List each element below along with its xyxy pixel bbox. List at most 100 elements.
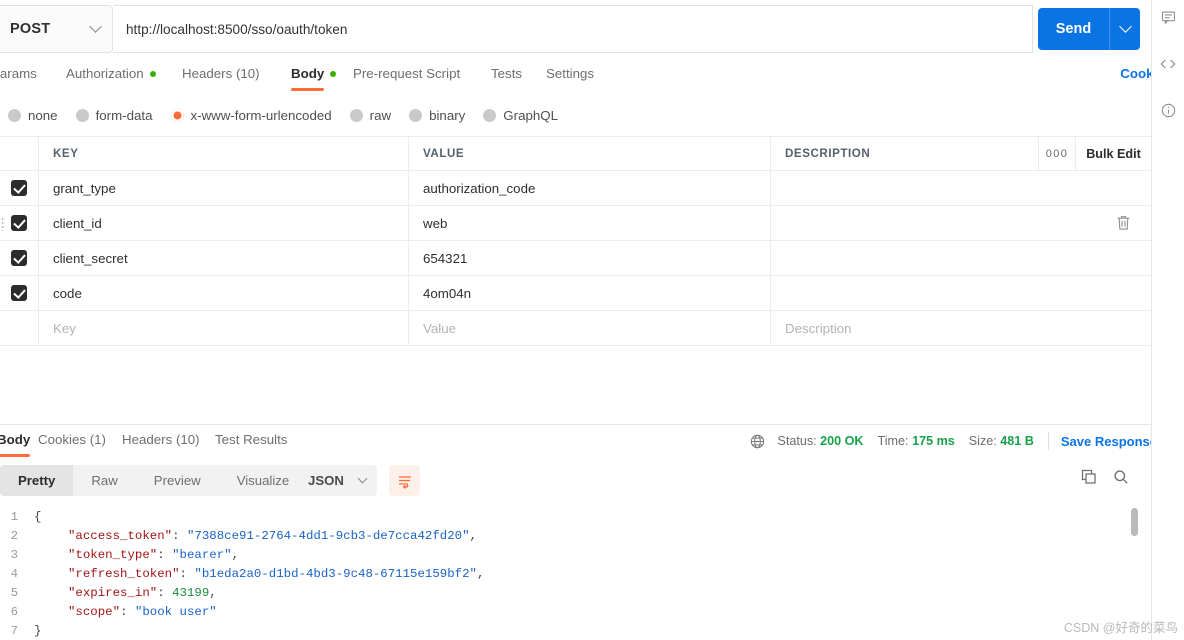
code-line: 1{ bbox=[0, 508, 1151, 527]
view-mode-raw[interactable]: Raw bbox=[73, 465, 135, 496]
row-enabled-checkbox[interactable] bbox=[0, 206, 38, 240]
request-tab-settings[interactable]: Settings bbox=[546, 66, 594, 81]
view-mode-visualize[interactable]: Visualize bbox=[219, 465, 308, 496]
row-enabled-checkbox[interactable] bbox=[0, 241, 38, 275]
table-options-button[interactable]: 000 bbox=[1038, 137, 1075, 170]
code-token-punc: : bbox=[120, 605, 135, 619]
response-body-actions bbox=[1081, 469, 1129, 490]
row-value-input[interactable]: web bbox=[408, 206, 770, 240]
table-row[interactable]: grant_typeauthorization_code bbox=[0, 171, 1151, 206]
code-token-str: "book user" bbox=[135, 605, 217, 619]
request-url-input[interactable]: http://localhost:8500/sso/oauth/token bbox=[113, 5, 1033, 53]
bulk-edit-button[interactable]: Bulk Edit bbox=[1075, 137, 1151, 170]
right-rail bbox=[1152, 0, 1184, 640]
request-tab-tests[interactable]: Tests bbox=[491, 66, 522, 81]
request-tab-label: Tests bbox=[491, 66, 522, 81]
code-token-punc: : bbox=[157, 548, 172, 562]
table-header-row: KEYVALUEDESCRIPTION000Bulk Edit bbox=[0, 136, 1151, 171]
request-tab-pre-request-script[interactable]: Pre-request Script bbox=[353, 66, 460, 81]
info-icon[interactable] bbox=[1161, 103, 1176, 123]
chevron-down-icon bbox=[89, 20, 102, 33]
search-icon[interactable] bbox=[1113, 469, 1129, 490]
comment-icon[interactable] bbox=[1161, 10, 1176, 30]
code-token-str: "7388ce91-2764-4dd1-9cb3-de7cca42fd20" bbox=[187, 529, 470, 543]
select-all-cell[interactable] bbox=[0, 137, 38, 170]
response-format-label: JSON bbox=[308, 473, 344, 488]
code-line-content: } bbox=[34, 622, 41, 640]
row-key-input[interactable]: grant_type bbox=[38, 171, 408, 205]
table-row[interactable]: client_secret 654321 bbox=[0, 241, 1151, 276]
http-method-dropdown[interactable]: POST bbox=[0, 5, 113, 53]
request-tab-params[interactable]: Params bbox=[0, 66, 37, 81]
postman-window: POST http://localhost:8500/sso/oauth/tok… bbox=[0, 0, 1184, 640]
new-row-value-input[interactable]: Value bbox=[408, 311, 770, 345]
body-type-radio-binary[interactable]: binary bbox=[409, 108, 465, 123]
view-mode-pretty[interactable]: Pretty bbox=[0, 465, 73, 496]
code-token-key: "expires_in" bbox=[68, 586, 157, 600]
body-type-radio-none[interactable]: none bbox=[8, 108, 58, 123]
row-enabled-checkbox[interactable] bbox=[0, 171, 38, 205]
response-body-scrollbar[interactable] bbox=[1131, 508, 1138, 536]
row-key-input[interactable]: client_secret bbox=[38, 241, 408, 275]
delete-row-icon[interactable] bbox=[1116, 215, 1131, 231]
code-token-key: "scope" bbox=[68, 605, 120, 619]
response-body-code[interactable]: 1{2"access_token": "7388ce91-2764-4dd1-9… bbox=[0, 508, 1151, 640]
response-view-mode-group: PrettyRawPreviewVisualize bbox=[0, 465, 307, 496]
code-icon[interactable] bbox=[1160, 56, 1176, 77]
save-response-button[interactable]: Save Response bbox=[1061, 434, 1157, 449]
row-key-input[interactable]: client_id bbox=[38, 206, 408, 240]
wrap-lines-button[interactable] bbox=[389, 465, 420, 496]
request-tab-authorization[interactable]: Authorization bbox=[66, 66, 156, 81]
table-placeholder-row[interactable]: KeyValueDescription bbox=[0, 311, 1151, 346]
copy-icon[interactable] bbox=[1081, 469, 1097, 490]
new-row-key-input[interactable]: Key bbox=[38, 311, 408, 345]
table-row[interactable]: client_idweb bbox=[0, 206, 1151, 241]
new-row-description-input[interactable]: Description bbox=[770, 311, 1151, 345]
line-number: 5 bbox=[0, 584, 34, 603]
row-description-input[interactable] bbox=[770, 206, 1151, 240]
code-line-content: "token_type": "bearer", bbox=[34, 546, 239, 565]
request-url-text: http://localhost:8500/sso/oauth/token bbox=[126, 22, 347, 37]
row-value-input[interactable]: 4om04n bbox=[408, 276, 770, 310]
row-value-input[interactable]: authorization_code bbox=[408, 171, 770, 205]
response-tab-headers-10[interactable]: Headers (10) bbox=[122, 432, 200, 447]
row-key-input[interactable]: code bbox=[38, 276, 408, 310]
status-value: 200 OK bbox=[820, 434, 863, 448]
row-description-input[interactable] bbox=[770, 171, 1151, 205]
body-type-radio-raw[interactable]: raw bbox=[350, 108, 391, 123]
code-line-content: "scope": "book user" bbox=[34, 603, 217, 622]
checkbox-checked-icon bbox=[11, 285, 27, 301]
table-row[interactable]: code 4om04n bbox=[0, 276, 1151, 311]
radio-button-icon bbox=[171, 109, 184, 122]
code-line-content: "refresh_token": "b1eda2a0-d1bd-4bd3-9c4… bbox=[34, 565, 484, 584]
response-tab-body[interactable]: Body bbox=[0, 432, 30, 447]
code-line-content: { bbox=[34, 508, 41, 527]
checkbox-checked-icon bbox=[11, 180, 27, 196]
response-tab-test-results[interactable]: Test Results bbox=[215, 432, 287, 447]
send-button[interactable]: Send bbox=[1038, 8, 1140, 50]
drag-handle-icon[interactable] bbox=[1, 217, 5, 231]
response-tab-cookies-1[interactable]: Cookies (1) bbox=[38, 432, 106, 447]
row-description-input[interactable] bbox=[770, 241, 1151, 275]
body-type-radio-form-data[interactable]: form-data bbox=[76, 108, 153, 123]
radio-button-icon bbox=[483, 109, 496, 122]
response-tab-label: Test Results bbox=[215, 432, 287, 447]
response-format-dropdown[interactable]: JSON bbox=[297, 465, 377, 496]
send-options-button[interactable] bbox=[1110, 27, 1140, 31]
body-type-radio-x-www-form-urlencoded[interactable]: x-www-form-urlencoded bbox=[171, 108, 332, 123]
request-tab-headers-10[interactable]: Headers (10) bbox=[182, 66, 260, 81]
radio-button-icon bbox=[76, 109, 89, 122]
meta-divider bbox=[1048, 432, 1049, 450]
body-type-radio-graphql[interactable]: GraphQL bbox=[483, 108, 558, 123]
view-mode-preview[interactable]: Preview bbox=[136, 465, 219, 496]
body-type-label: GraphQL bbox=[503, 108, 558, 123]
row-value-input-text: 654321 bbox=[423, 251, 467, 266]
row-value-input[interactable]: 654321 bbox=[408, 241, 770, 275]
chevron-down-icon bbox=[358, 474, 368, 484]
row-enabled-checkbox[interactable] bbox=[0, 276, 38, 310]
request-tab-body[interactable]: Body bbox=[291, 66, 336, 81]
row-description-input[interactable] bbox=[770, 276, 1151, 310]
row-enabled-checkbox[interactable] bbox=[0, 311, 38, 345]
row-key-input-text: code bbox=[53, 286, 82, 301]
request-tab-label: Authorization bbox=[66, 66, 144, 81]
